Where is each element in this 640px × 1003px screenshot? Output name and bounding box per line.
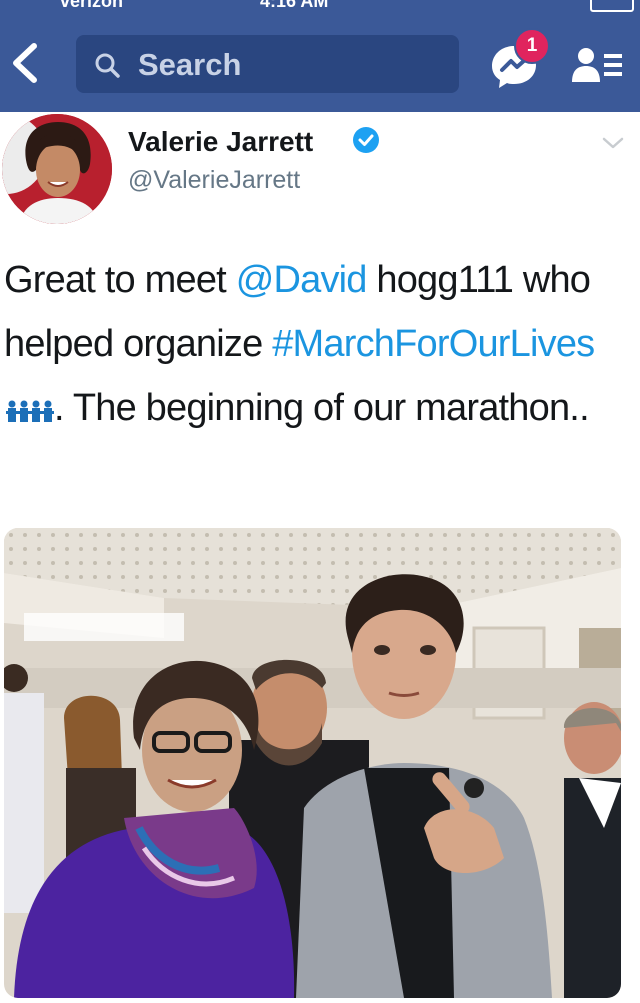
tweet-photo[interactable] xyxy=(4,528,621,998)
tweet-card[interactable]: Valerie Jarrett @ValerieJarrett Great to… xyxy=(0,112,640,1003)
people-holding-hands-icon xyxy=(6,378,54,442)
battery-icon xyxy=(590,0,634,12)
author-handle[interactable]: @ValerieJarrett xyxy=(128,166,300,195)
top-nav-bar: Search 1 xyxy=(0,14,640,112)
author-name[interactable]: Valerie Jarrett xyxy=(128,126,313,158)
event-photo xyxy=(4,528,621,998)
back-button[interactable] xyxy=(4,34,44,92)
back-arrow-icon xyxy=(13,43,37,83)
tweet-text-part: . The beginning of our marathon.. xyxy=(54,387,590,429)
avatar-portrait xyxy=(2,114,112,224)
status-bar: verizon 4:16 AM xyxy=(0,0,640,14)
status-time: 4:16 AM xyxy=(260,0,329,11)
carrier-label: verizon xyxy=(60,0,124,11)
friend-requests-icon xyxy=(572,48,622,82)
chevron-down-icon[interactable] xyxy=(600,134,626,152)
tweet-text-part: Great to meet xyxy=(4,259,236,301)
verified-badge-icon xyxy=(353,127,379,153)
hashtag-link[interactable]: #MarchForOurLives xyxy=(272,323,595,365)
author-avatar[interactable] xyxy=(2,114,112,224)
friend-requests-button[interactable] xyxy=(570,46,626,86)
search-placeholder: Search xyxy=(138,47,242,82)
mention-link[interactable]: @David xyxy=(236,259,368,301)
search-icon xyxy=(95,53,120,78)
search-input[interactable]: Search xyxy=(76,35,459,93)
messenger-badge: 1 xyxy=(514,28,550,64)
tweet-text: Great to meet @David hogg111 who helped … xyxy=(4,248,624,442)
